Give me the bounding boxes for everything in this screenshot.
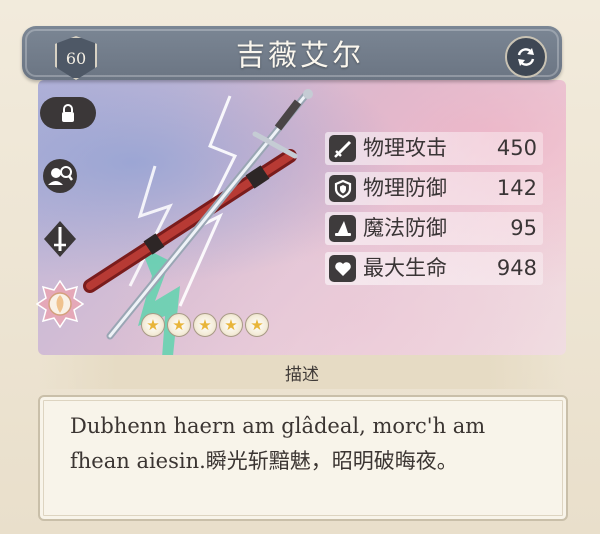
- star-icon: ★: [167, 313, 191, 337]
- stat-physical-attack: 物理攻击 450: [325, 132, 543, 165]
- stat-magic-defense: 魔法防御 95: [325, 212, 543, 245]
- star-icon: ★: [245, 313, 269, 337]
- element-badge-icon: [36, 280, 84, 328]
- stat-value: 142: [496, 176, 537, 200]
- description-box: Dubhenn haern am glâdeal, morc'h am fhea…: [38, 395, 568, 521]
- stat-label: 魔法防御: [363, 216, 447, 240]
- weapon-illustration: [83, 89, 313, 386]
- stats-panel: 物理攻击 450 物理防御 142 魔法防御 95 最大生命 948: [325, 132, 543, 292]
- sword-type-icon: [44, 221, 76, 257]
- swap-arrows-icon: [517, 48, 535, 66]
- stat-value: 95: [510, 216, 537, 240]
- star-icon: ★: [219, 313, 243, 337]
- stat-max-hp: 最大生命 948: [325, 252, 543, 285]
- star-icon: ★: [193, 313, 217, 337]
- swap-button[interactable]: [505, 36, 547, 78]
- description-header: 描述: [38, 355, 566, 389]
- search-user-icon: [43, 159, 77, 193]
- stat-value: 450: [496, 136, 537, 160]
- wizard-hat-icon: [334, 220, 351, 236]
- stat-value: 948: [496, 256, 537, 280]
- stat-label: 物理防御: [363, 176, 447, 200]
- weapon-type-indicator: [40, 219, 80, 259]
- stat-label: 物理攻击: [363, 136, 447, 160]
- description-text: Dubhenn haern am glâdeal, morc'h am fhea…: [70, 414, 486, 473]
- inspect-button[interactable]: [40, 156, 80, 196]
- element-badge: [36, 280, 84, 328]
- lock-button[interactable]: [40, 97, 96, 129]
- lock-icon: [62, 104, 74, 122]
- heart-icon: [334, 261, 351, 276]
- sword-icon: [333, 140, 351, 158]
- stat-physical-defense: 物理防御 142: [325, 172, 543, 205]
- shield-icon: [334, 179, 351, 198]
- star-icon: ★: [141, 313, 165, 337]
- stat-label: 最大生命: [363, 256, 447, 280]
- rarity-stars: ★ ★ ★ ★ ★: [141, 313, 269, 337]
